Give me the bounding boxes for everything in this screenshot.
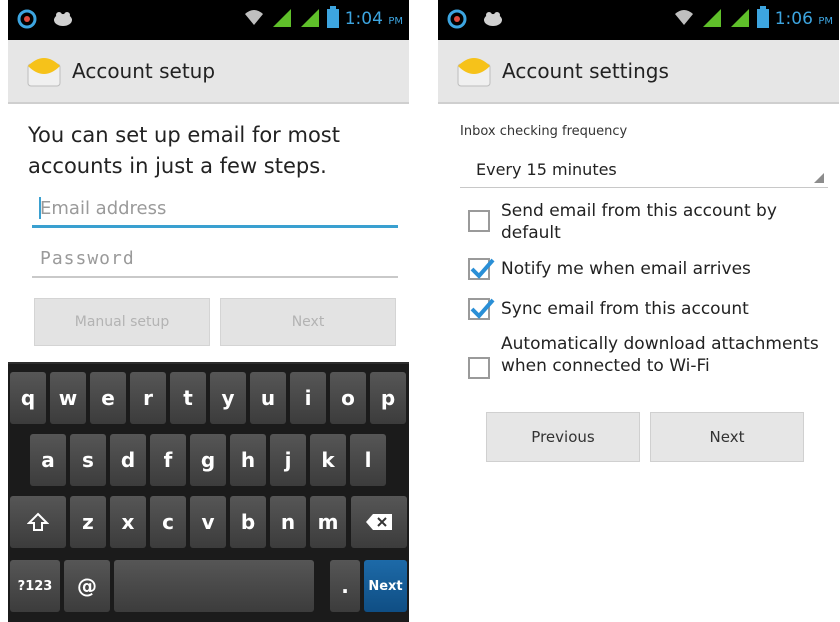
android-icon: [446, 8, 468, 34]
status-clock: 1:04 PM: [344, 9, 403, 29]
key-p[interactable]: p: [370, 372, 406, 424]
status-bar: 1:04 PM: [8, 0, 409, 40]
key-a[interactable]: a: [30, 434, 66, 486]
email-envelope-icon: [456, 56, 492, 88]
signal-icon-2: [729, 6, 751, 32]
account-settings-screen: 1:06 PM Account settings Inbox checking …: [438, 0, 839, 622]
email-field[interactable]: Email address: [32, 188, 398, 228]
email-placeholder: Email address: [40, 198, 167, 219]
account-setup-screen: 1:04 PM Account setup You can set up ema…: [8, 0, 409, 622]
key-w[interactable]: w: [50, 372, 86, 424]
keyboard-next-key[interactable]: Next: [364, 560, 407, 612]
page-title: Account setup: [72, 59, 216, 83]
wifi-icon: [673, 7, 695, 31]
android-icon: [16, 8, 38, 34]
period-key[interactable]: .: [330, 560, 360, 612]
frequency-label: Inbox checking frequency: [460, 124, 628, 139]
key-z[interactable]: z: [70, 496, 106, 548]
frequency-spinner[interactable]: Every 15 minutes: [460, 148, 828, 188]
checkmark-icon: [470, 298, 495, 319]
shift-icon: [27, 512, 49, 531]
notification-icon: [482, 10, 504, 32]
sync-checkbox[interactable]: [468, 298, 495, 320]
checkmark-icon: [470, 258, 495, 279]
key-g[interactable]: g: [190, 434, 226, 486]
battery-icon: [326, 6, 339, 32]
soft-keyboard: q w e r t y u i o p a s d f g h j k l z x c v b n m ?123 @. Next: [8, 362, 409, 622]
key-j[interactable]: j: [270, 434, 306, 486]
action-bar: Account settings: [438, 40, 839, 104]
send-default-label: Send email from this account by default: [501, 201, 777, 243]
send-default-checkbox[interactable]: [468, 210, 490, 232]
backspace-key[interactable]: [351, 496, 407, 548]
sync-label: Sync email from this account: [501, 299, 749, 319]
key-r[interactable]: r: [130, 372, 166, 424]
key-u[interactable]: u: [250, 372, 286, 424]
email-envelope-icon: [26, 56, 62, 88]
key-x[interactable]: x: [110, 496, 146, 548]
key-c[interactable]: c: [150, 496, 186, 548]
key-n[interactable]: n: [270, 496, 306, 548]
backspace-icon: [366, 514, 392, 530]
at-key[interactable]: @: [64, 560, 110, 612]
frequency-value: Every 15 minutes: [476, 160, 617, 179]
battery-icon: [756, 6, 769, 32]
manual-setup-button[interactable]: Manual setup: [34, 298, 210, 346]
key-s[interactable]: s: [70, 434, 106, 486]
action-bar: Account setup: [8, 40, 409, 104]
key-e[interactable]: e: [90, 372, 126, 424]
notification-icon: [52, 10, 74, 32]
page-title: Account settings: [502, 59, 669, 83]
key-i[interactable]: i: [290, 372, 326, 424]
setup-intro-text: You can set up email for most accounts i…: [28, 123, 340, 178]
signal-icon: [271, 6, 293, 32]
key-l[interactable]: l: [350, 434, 386, 486]
password-underline: [32, 276, 398, 278]
status-clock: 1:06 PM: [774, 9, 833, 29]
password-placeholder: Password: [40, 248, 135, 269]
auto-download-checkbox[interactable]: [468, 357, 490, 379]
password-field[interactable]: Password: [32, 238, 398, 278]
shift-key[interactable]: [10, 496, 66, 548]
key-t[interactable]: t: [170, 372, 206, 424]
next-button[interactable]: Next: [650, 412, 804, 462]
dropdown-arrow-icon: [814, 173, 824, 183]
wifi-icon: [243, 7, 265, 31]
auto-download-label: Automatically download attachments when …: [501, 334, 819, 376]
key-v[interactable]: v: [190, 496, 226, 548]
key-f[interactable]: f: [150, 434, 186, 486]
key-b[interactable]: b: [230, 496, 266, 548]
status-bar: 1:06 PM: [438, 0, 839, 40]
key-o[interactable]: o: [330, 372, 366, 424]
signal-icon: [701, 6, 723, 32]
notify-checkbox[interactable]: [468, 258, 495, 280]
space-key[interactable]: [114, 560, 314, 612]
previous-button[interactable]: Previous: [486, 412, 640, 462]
email-underline: [32, 225, 398, 228]
key-q[interactable]: q: [10, 372, 46, 424]
signal-icon-2: [299, 6, 321, 32]
key-m[interactable]: m: [310, 496, 346, 548]
key-d[interactable]: d: [110, 434, 146, 486]
symbols-key[interactable]: ?123: [10, 560, 60, 612]
next-button[interactable]: Next: [220, 298, 396, 346]
notify-label: Notify me when email arrives: [501, 259, 751, 279]
key-y[interactable]: y: [210, 372, 246, 424]
key-h[interactable]: h: [230, 434, 266, 486]
key-k[interactable]: k: [310, 434, 346, 486]
